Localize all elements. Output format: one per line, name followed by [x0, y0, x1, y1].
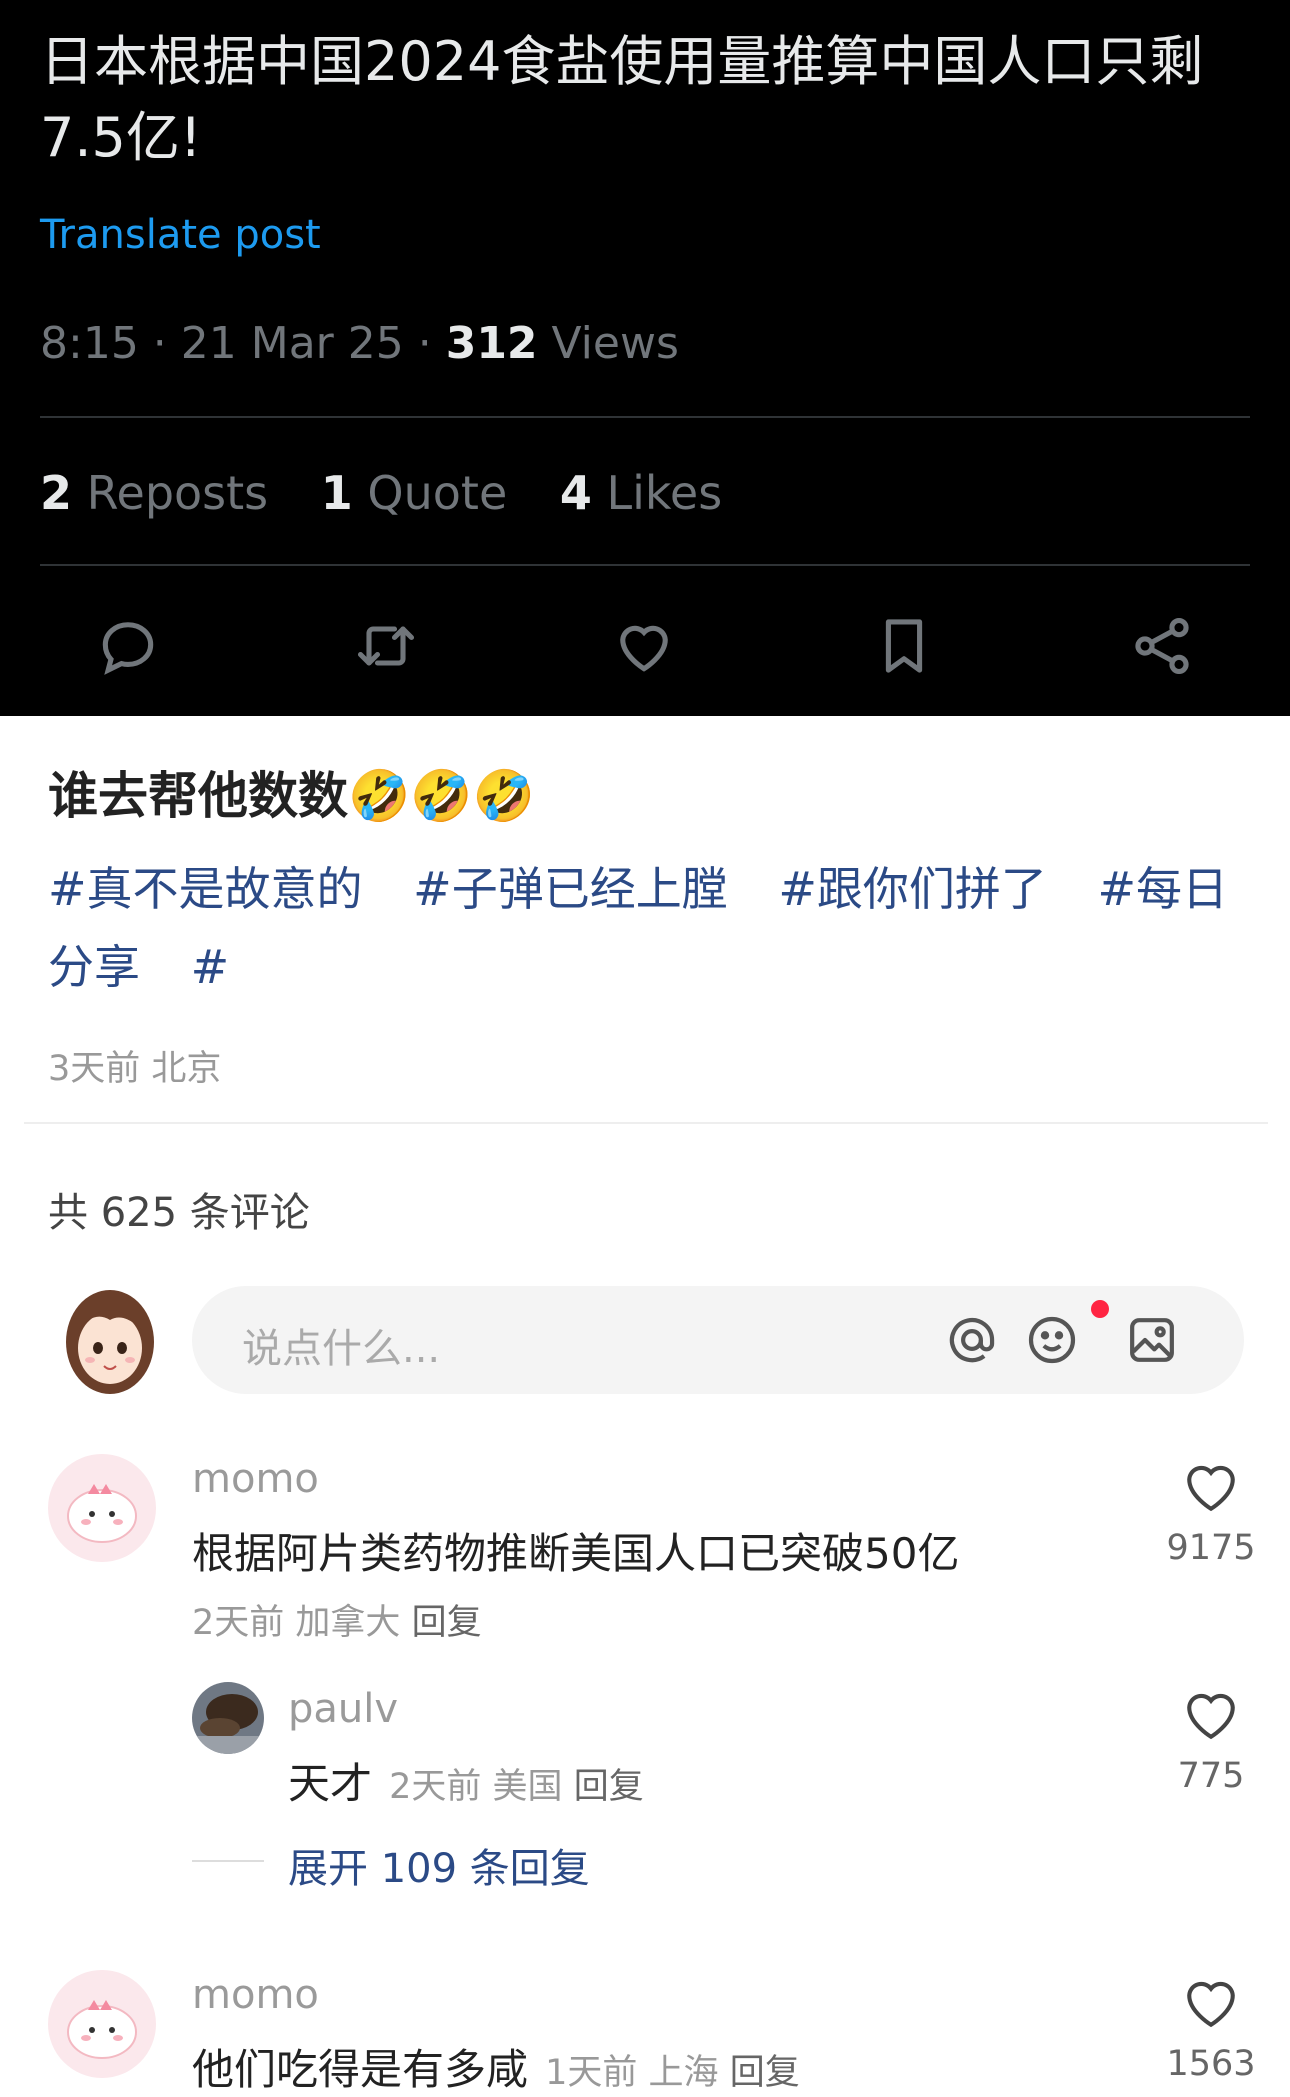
- divider: [24, 1122, 1268, 1124]
- hashtag[interactable]: #: [191, 940, 230, 994]
- tweet-timestamp: 8:15 · 21 Mar 25 ·: [40, 318, 446, 369]
- bookmark-icon[interactable]: [870, 612, 938, 680]
- comment-time: 2天前: [192, 1603, 285, 1643]
- notification-dot: [1091, 1300, 1109, 1318]
- like-heart-icon[interactable]: [1182, 1976, 1240, 2030]
- heart-icon[interactable]: [610, 612, 678, 680]
- translate-post-link[interactable]: Translate post: [40, 212, 321, 258]
- comment-username[interactable]: momo: [192, 1456, 319, 1502]
- hashtag-list: #真不是故意的 #子弹已经上膛 #跟你们拼了 #每日分享 #: [48, 850, 1248, 1006]
- comment-username[interactable]: paulv: [288, 1686, 398, 1732]
- expand-replies-button[interactable]: 展开 109 条回复: [288, 1836, 590, 1894]
- hashtag[interactable]: #子弹已经上膛: [413, 862, 728, 916]
- like-count: 9175: [1166, 1528, 1256, 1568]
- comment-text: 根据阿片类药物推断美国人口已突破50亿: [192, 1529, 960, 1578]
- reply-icon[interactable]: [94, 612, 162, 680]
- like-heart-icon[interactable]: [1182, 1460, 1240, 1514]
- post-time-location: 3天前 北京: [48, 1049, 222, 1089]
- comment-location: 美国: [492, 1767, 563, 1807]
- reply-button[interactable]: 回复: [412, 1603, 482, 1643]
- avatar[interactable]: [48, 1454, 156, 1566]
- comment-text: 天才: [288, 1759, 373, 1808]
- comment-row: 他们吃得是有多咸 1天前 上海 回复: [192, 2036, 800, 2097]
- divider: [40, 416, 1250, 418]
- comment-meta: 1天前 上海 回复: [545, 2053, 800, 2093]
- current-user-avatar[interactable]: [64, 1286, 156, 1394]
- engagement-stats: 2 Reposts 1 Quote 4 Likes: [40, 466, 760, 520]
- views-count: 312: [445, 318, 538, 369]
- like-count: 1563: [1166, 2044, 1256, 2084]
- quotes-stat[interactable]: 1 Quote: [321, 466, 507, 520]
- reply-row: 天才 2天前 美国 回复: [288, 1750, 644, 1811]
- tweet-panel: 日本根据中国2024食盐使用量推算中国人口只剩7.5亿! Translate p…: [0, 0, 1290, 716]
- divider: [40, 564, 1250, 566]
- comment-count: 共 625 条评论: [48, 1190, 310, 1236]
- comment-input[interactable]: 说点什么...: [192, 1286, 1244, 1394]
- views-label: Views: [537, 318, 679, 369]
- avatar[interactable]: [192, 1682, 264, 1758]
- comment-text: 他们吃得是有多咸: [192, 2045, 529, 2094]
- comment-username[interactable]: momo: [192, 1972, 319, 2018]
- hashtag[interactable]: #真不是故意的: [48, 862, 363, 916]
- comment-input-placeholder: 说点什么...: [242, 1326, 441, 1372]
- comment-time: 2天前: [389, 1767, 482, 1807]
- at-icon[interactable]: [944, 1312, 1000, 1368]
- comment-meta: 2天前 加拿大 回复: [192, 1594, 482, 1645]
- post-caption: 谁去帮他数数🤣🤣🤣: [48, 767, 535, 825]
- share-icon[interactable]: [1128, 612, 1196, 680]
- image-icon[interactable]: [1124, 1312, 1180, 1368]
- comment-location: 加拿大: [295, 1603, 401, 1643]
- divider: [192, 1860, 264, 1862]
- hashtag[interactable]: #跟你们拼了: [778, 862, 1047, 916]
- like-heart-icon[interactable]: [1182, 1688, 1240, 1742]
- avatar[interactable]: [48, 1970, 156, 2082]
- likes-stat[interactable]: 4 Likes: [560, 466, 722, 520]
- reposts-stat[interactable]: 2 Reposts: [40, 466, 268, 520]
- comment-time: 1天前: [545, 2053, 638, 2093]
- retweet-icon[interactable]: [352, 612, 420, 680]
- like-count: 775: [1177, 1756, 1245, 1796]
- emoji-icon[interactable]: [1024, 1312, 1080, 1368]
- reply-button[interactable]: 回复: [730, 2053, 800, 2093]
- tweet-text: 日本根据中国2024食盐使用量推算中国人口只剩7.5亿!: [40, 30, 1204, 169]
- tweet-meta: 8:15 · 21 Mar 25 · 312 Views: [40, 318, 679, 369]
- reply-button[interactable]: 回复: [574, 1767, 644, 1807]
- comment-location: 上海: [648, 2053, 719, 2093]
- comment-meta: 2天前 美国 回复: [389, 1767, 644, 1807]
